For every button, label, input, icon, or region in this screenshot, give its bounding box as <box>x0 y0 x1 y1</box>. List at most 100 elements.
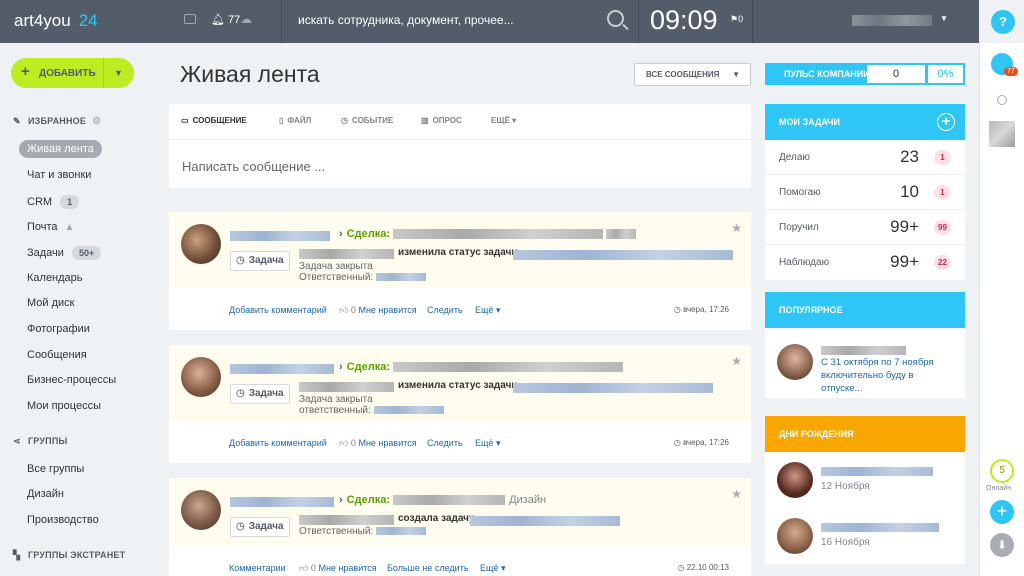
add-task-button[interactable]: + <box>937 113 955 131</box>
star-icon[interactable]: ★ <box>731 487 742 501</box>
list-item[interactable]: С 31 октября по 7 ноября включительно бу… <box>765 328 965 398</box>
post-author[interactable] <box>230 230 330 242</box>
task-button[interactable]: ◷ Задача <box>230 251 290 271</box>
more-link[interactable]: Ещё ▾ <box>480 563 505 574</box>
author-name[interactable] <box>821 344 906 356</box>
page-title: Живая лента <box>180 61 320 87</box>
sidebar-item-bizproc[interactable]: Бизнес-процессы <box>27 374 116 386</box>
widget-title[interactable]: ПОПУЛЯРНОЕ <box>765 292 965 328</box>
favorites-title[interactable]: ✎ ИЗБРАННОЕ ⚙ <box>13 116 101 127</box>
follow-link[interactable]: Следить <box>427 305 463 315</box>
help-button[interactable]: ? <box>991 10 1015 34</box>
download-icon[interactable]: ⬇ <box>990 533 1014 557</box>
flag-counter[interactable]: ⚑0 <box>730 14 743 25</box>
person-name[interactable] <box>821 465 933 477</box>
sidebar-item-tasks[interactable]: Задачи 50+ <box>27 246 102 260</box>
filter-select[interactable]: ВСЕ СООБЩЕНИЯ ▼ <box>634 63 751 86</box>
avatar[interactable] <box>777 344 813 380</box>
post-author[interactable] <box>230 363 334 375</box>
add-icon[interactable]: + <box>990 500 1014 524</box>
more-link[interactable]: Ещё ▾ <box>475 305 500 316</box>
task-button[interactable]: ◷ Задача <box>230 517 290 537</box>
sidebar-item-design[interactable]: Дизайн <box>27 488 64 500</box>
notifications-button[interactable]: 🔔︎ 77 <box>211 13 240 26</box>
sidebar-item-mail[interactable]: Почта ▲ <box>27 221 74 233</box>
tab-event[interactable]: ◷ СОБЫТИЕ <box>341 116 393 125</box>
sidebar-item-disk[interactable]: Мой диск <box>27 297 74 309</box>
sidebar-item-chat[interactable]: Чат и звонки <box>27 169 91 181</box>
task-link[interactable] <box>470 515 620 527</box>
sidebar-item-feed[interactable]: Живая лента <box>19 140 102 158</box>
user-name[interactable] <box>852 15 932 26</box>
task-link[interactable] <box>513 249 733 261</box>
star-icon[interactable]: ★ <box>731 354 742 368</box>
avatar[interactable] <box>989 121 1015 147</box>
cloud-icon[interactable]: ☁ <box>240 12 252 26</box>
search-icon[interactable] <box>607 10 624 27</box>
groups-title[interactable]: ⋖ ГРУППЫ <box>13 436 68 447</box>
sidebar-item-all-groups[interactable]: Все группы <box>27 463 84 475</box>
list-item[interactable]: 12 Ноября <box>765 452 965 508</box>
widget-title[interactable]: ДНИ РОЖДЕНИЯ <box>765 416 965 452</box>
tab-file[interactable]: ▯ ФАЙЛ <box>279 116 311 125</box>
avatar[interactable] <box>777 518 813 554</box>
like-button[interactable]: 👍︎ 0 Мне нравится <box>339 305 417 316</box>
avatar[interactable] <box>181 357 221 397</box>
comment-link[interactable]: Добавить комментарий <box>229 438 327 448</box>
online-counter[interactable]: 5 <box>990 459 1014 483</box>
tab-message[interactable]: ▭ СООБЩЕНИЕ <box>181 116 247 125</box>
avatar[interactable] <box>181 224 221 264</box>
extranet-title[interactable]: ▚ ГРУППЫ ЭКСТРАНЕТ <box>13 550 125 561</box>
task-row[interactable]: Поручил 99+ 99 <box>765 210 965 245</box>
chevron-down-icon[interactable]: ▼ <box>940 14 948 23</box>
post-body: › Сделка: изменила статус задачи ◷ Задача … <box>169 212 751 288</box>
deal-link[interactable]: › Сделка: <box>339 228 637 240</box>
more-link[interactable]: Ещё ▾ <box>475 438 500 449</box>
comment-link[interactable]: Добавить комментарий <box>229 305 327 315</box>
follow-link[interactable]: Больше не следить <box>387 563 469 573</box>
sidebar-item-my-processes[interactable]: Мои процессы <box>27 400 101 412</box>
task-link[interactable] <box>513 382 713 394</box>
tab-poll[interactable]: ▥ ОПРОС <box>421 116 462 125</box>
chat-icon[interactable] <box>184 14 196 24</box>
responsible-line: Ответственный: <box>299 272 426 283</box>
notification-badge: 77 <box>1004 67 1018 76</box>
tab-more[interactable]: ЕЩЁ ▾ <box>491 116 516 125</box>
avatar[interactable] <box>777 462 813 498</box>
add-button[interactable]: + ДОБАВИТЬ ▼ <box>11 58 134 88</box>
sidebar-item-crm[interactable]: CRM 1 <box>27 195 80 209</box>
widget-title[interactable]: МОИ ЗАДАЧИ + <box>765 104 965 140</box>
deal-link[interactable]: › Сделка: Дизайн <box>339 494 546 506</box>
follow-link[interactable]: Следить <box>427 438 463 448</box>
search-icon[interactable] <box>997 95 1007 105</box>
gear-icon[interactable]: ⚙ <box>92 116 101 127</box>
task-row[interactable]: Делаю 23 1 <box>765 140 965 175</box>
like-button[interactable]: 👍︎ 0 Мне нравится <box>339 438 417 449</box>
sidebar-item-production[interactable]: Производство <box>27 514 99 526</box>
avatar[interactable] <box>181 490 221 530</box>
like-button[interactable]: 👍︎ 0 Мне нравится <box>299 563 377 574</box>
birthdays-widget: ДНИ РОЖДЕНИЯ 12 Ноября 16 Ноября <box>765 416 965 564</box>
chevron-down-icon: ▼ <box>732 70 740 79</box>
comment-link[interactable]: Комментарии <box>229 563 286 573</box>
task-row[interactable]: Наблюдаю 99+ 22 <box>765 245 965 280</box>
task-button[interactable]: ◷ Задача <box>230 384 290 404</box>
sidebar-item-messages[interactable]: Сообщения <box>27 349 87 361</box>
chevron-down-icon[interactable]: ▼ <box>103 58 133 88</box>
pulse-label: ПУЛЬС КОМПАНИИ <box>784 69 870 79</box>
search-input[interactable]: искать сотрудника, документ, прочее... <box>298 13 514 27</box>
post-preview[interactable]: С 31 октября по 7 ноября включительно бу… <box>821 356 951 395</box>
post-body: › Сделка: изменила статус задачи ◷ Задача … <box>169 345 751 421</box>
star-icon[interactable]: ★ <box>731 221 742 235</box>
task-row[interactable]: Помогаю 10 1 <box>765 175 965 210</box>
person-name[interactable] <box>821 521 939 533</box>
clock[interactable]: 09:09 <box>650 5 718 36</box>
message-input[interactable]: Написать сообщение ... <box>182 159 325 174</box>
list-item[interactable]: 16 Ноября <box>765 508 965 564</box>
deal-link[interactable]: › Сделка: <box>339 361 624 373</box>
logo[interactable]: art4you 24 <box>14 11 98 31</box>
post-author[interactable] <box>230 496 334 508</box>
sidebar-item-calendar[interactable]: Календарь <box>27 272 83 284</box>
company-pulse[interactable]: ПУЛЬС КОМПАНИИ 0 0% <box>765 63 965 85</box>
sidebar-item-photos[interactable]: Фотографии <box>27 323 90 335</box>
